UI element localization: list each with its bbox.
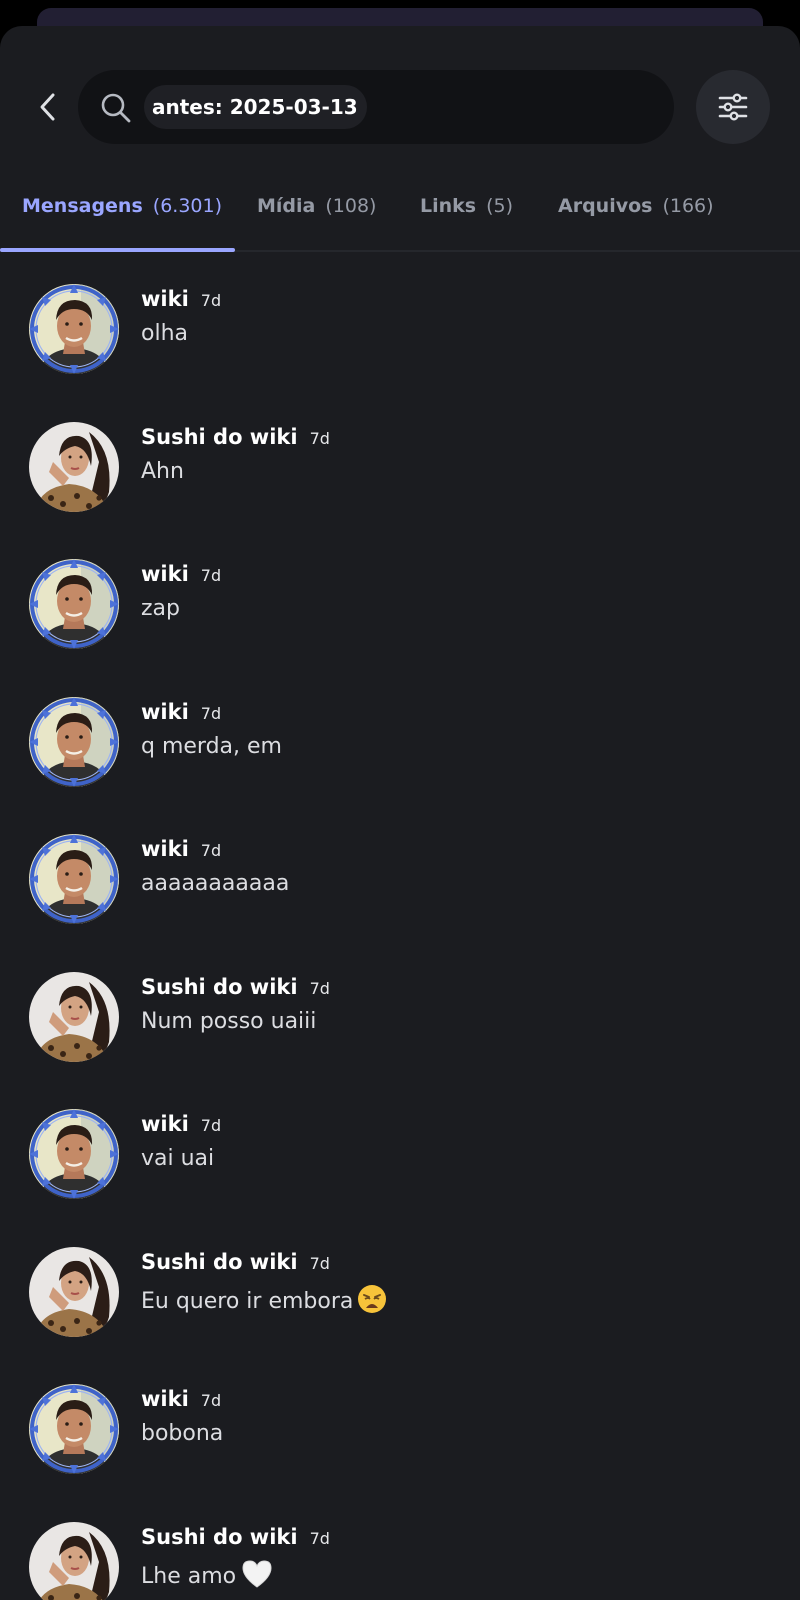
user-avatar[interactable]	[29, 971, 119, 1062]
message-result[interactable]: wiki 7d bobona	[0, 1352, 800, 1489]
user-avatar[interactable]	[29, 1384, 119, 1474]
tab-count: (5)	[486, 195, 514, 217]
message-author: wiki 7d	[141, 562, 221, 592]
message-content: vai uai	[141, 1146, 214, 1171]
message-timestamp: 7d	[200, 841, 222, 860]
user-avatar[interactable]	[29, 559, 119, 649]
search-icon	[101, 93, 131, 123]
message-content: Ahn	[141, 459, 184, 484]
message-author: Sushi do wiki 7d	[141, 975, 330, 1005]
message-timestamp: 7d	[200, 291, 222, 310]
tab-midia[interactable]: Mídia (108)	[257, 160, 376, 252]
message-text: olha	[141, 321, 188, 346]
message-text: vai uai	[141, 1146, 215, 1171]
back-button[interactable]	[26, 84, 70, 130]
message-content: olha	[141, 321, 188, 346]
message-timestamp: 7d	[309, 428, 330, 448]
message-text: Eu quero ir embora	[141, 1288, 354, 1314]
search-filter-chip[interactable]: antes: 2025-03-13	[144, 85, 367, 129]
message-author: wiki 7d	[141, 837, 221, 867]
message-timestamp: 7d	[200, 1391, 222, 1410]
tab-count: (108)	[325, 195, 377, 217]
tab-links[interactable]: Links (5)	[420, 160, 513, 252]
filter-options-button[interactable]	[696, 70, 770, 144]
message-author: Sushi do wiki 7d	[141, 1250, 330, 1280]
message-text: Lhe amo	[141, 1563, 237, 1589]
message-timestamp: 7d	[309, 1253, 330, 1273]
message-content: Num posso uaiii	[141, 1009, 316, 1034]
message-author: wiki 7d	[141, 700, 221, 730]
chevron-left-icon	[40, 93, 55, 121]
weary-face-emoji	[357, 1284, 387, 1320]
message-timestamp: 7d	[200, 566, 222, 585]
message-text: Num posso uaiii	[141, 1008, 317, 1034]
message-result[interactable]: wiki 7d aaaaaaaaaaa	[0, 802, 800, 939]
message-author: Sushi do wiki 7d	[141, 1525, 330, 1555]
user-avatar[interactable]	[29, 1109, 119, 1199]
message-result[interactable]: wiki 7d vai uai	[0, 1077, 800, 1214]
author-name: Sushi do wiki	[141, 974, 298, 999]
message-author: Sushi do wiki 7d	[141, 425, 330, 455]
author-name: Sushi do wiki	[141, 424, 298, 449]
message-result[interactable]: wiki 7d olha	[0, 252, 800, 389]
message-content: Eu quero ir embora	[141, 1284, 387, 1320]
message-text: Ahn	[141, 458, 184, 484]
tab-label: Arquivos	[558, 195, 653, 217]
user-avatar[interactable]	[29, 1521, 119, 1600]
user-avatar[interactable]	[29, 696, 119, 787]
author-name: Sushi do wiki	[141, 1524, 298, 1549]
author-name: wiki	[141, 1112, 189, 1136]
white-heart-emoji	[240, 1559, 274, 1595]
message-author: wiki 7d	[141, 1387, 221, 1417]
author-name: wiki	[141, 562, 189, 586]
tab-arquivos[interactable]: Arquivos (166)	[558, 160, 714, 252]
author-name: wiki	[141, 837, 189, 861]
message-result[interactable]: Sushi do wiki 7d Eu quero ir embora	[0, 1215, 800, 1352]
message-timestamp: 7d	[200, 703, 222, 723]
search-input[interactable]: antes: 2025-03-13	[78, 70, 674, 144]
tab-label: Links	[420, 195, 477, 217]
message-result[interactable]: wiki 7d q merda, em	[0, 665, 800, 802]
message-timestamp: 7d	[309, 978, 330, 998]
message-result[interactable]: Sushi do wiki 7d Ahn	[0, 390, 800, 527]
sliders-icon	[718, 93, 748, 121]
user-avatar[interactable]	[29, 284, 119, 374]
message-content: q merda, em	[141, 734, 282, 759]
tab-label: Mídia	[257, 195, 316, 217]
author-name: wiki	[141, 287, 189, 311]
message-text: aaaaaaaaaaa	[141, 871, 290, 896]
message-content: bobona	[141, 1421, 223, 1446]
author-name: wiki	[141, 699, 189, 724]
author-name: Sushi do wiki	[141, 1249, 298, 1274]
message-result[interactable]: Sushi do wiki 7d Num posso uaiii	[0, 940, 800, 1077]
message-content: zap	[141, 596, 180, 621]
results-tab-bar: Mensagens (6.301) Mídia (108) Links (5) Arq…	[0, 160, 800, 252]
message-result[interactable]: wiki 7d zap	[0, 527, 800, 664]
tab-count: (166)	[662, 195, 714, 217]
message-text: zap	[141, 596, 180, 621]
message-timestamp: 7d	[309, 1528, 330, 1548]
user-avatar[interactable]	[29, 834, 119, 924]
message-content: Lhe amo	[141, 1559, 274, 1595]
user-avatar[interactable]	[29, 421, 119, 512]
tab-count: (6.301)	[152, 195, 222, 217]
author-name: wiki	[141, 1387, 189, 1411]
message-content: aaaaaaaaaaa	[141, 871, 289, 896]
message-author: wiki 7d	[141, 1112, 221, 1142]
search-results-sheet: antes: 2025-03-13 Mensagens (6.301) Mídi…	[0, 26, 800, 1600]
message-timestamp: 7d	[200, 1116, 222, 1135]
user-avatar[interactable]	[29, 1246, 119, 1337]
search-bar-row: antes: 2025-03-13	[0, 70, 800, 144]
message-author: wiki 7d	[141, 287, 221, 317]
message-text: bobona	[141, 1421, 224, 1446]
message-text: q merda, em	[141, 733, 282, 759]
message-result[interactable]: Sushi do wiki 7d Lhe amo	[0, 1490, 800, 1600]
tab-label: Mensagens	[22, 195, 143, 217]
tab-mensagens[interactable]: Mensagens (6.301)	[22, 160, 222, 252]
